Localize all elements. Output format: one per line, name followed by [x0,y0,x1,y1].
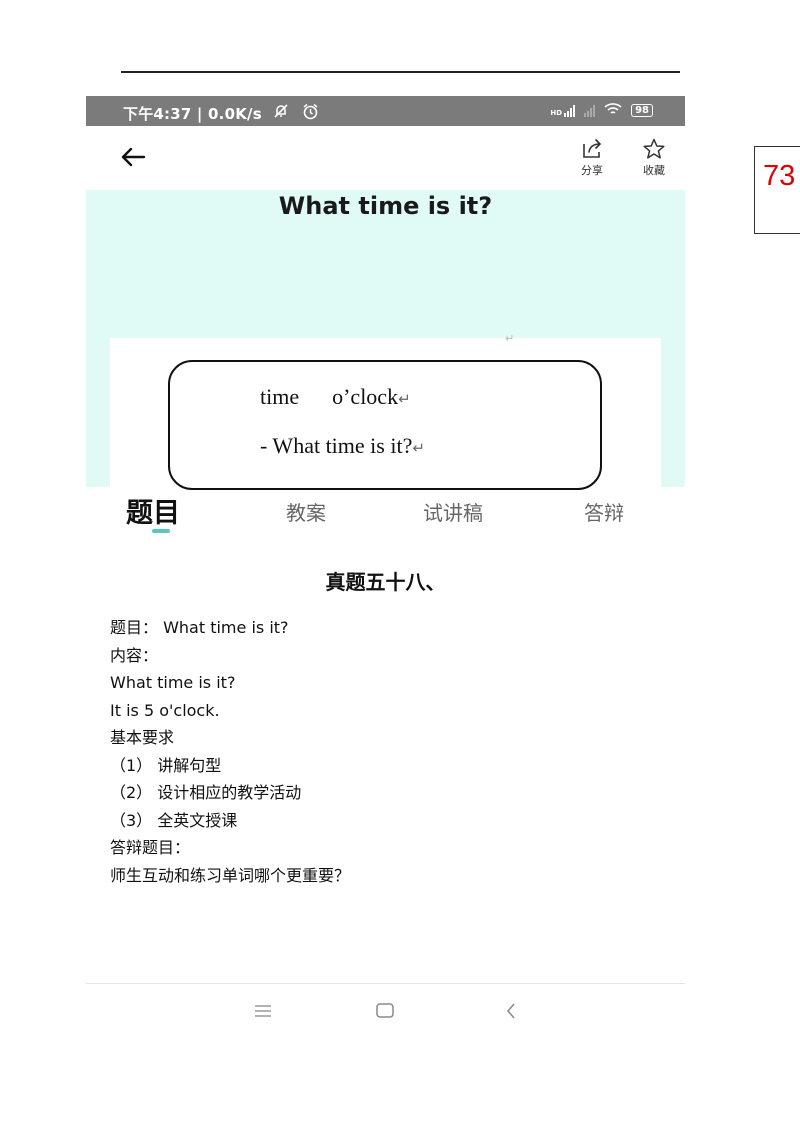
box-line-2: - What time is it?↵ [260,433,425,458]
tab-indicator [152,529,170,533]
share-button[interactable]: 分享 [572,138,612,178]
content-line: 基本要求 [110,728,175,747]
share-label: 分享 [581,164,603,177]
share-icon [583,139,602,158]
hero-banner: ↵ time o’clock↵ - What time is it?↵ [86,190,685,542]
tab-lesson-plan[interactable]: 教案 [286,497,326,526]
tab-bar: 题目 教案 试讲稿 答辩 [86,491,685,537]
page-number: 73 [754,146,800,234]
top-rule [121,71,680,73]
section-title: 真题五十八、 [325,570,446,594]
content-line: What time is it? [110,673,236,692]
content-line: （2） 设计相应的教学活动 [110,783,302,802]
hero-title: What time is it? [278,192,493,220]
back-nav-icon[interactable] [500,1000,524,1022]
app-bar: 分享 收藏 [86,126,685,190]
signal-icon: HD [550,104,576,117]
alarm-icon [302,103,319,124]
return-mark: ↵ [505,332,515,345]
sentence-box: time o’clock↵ - What time is it?↵ [168,360,602,490]
tab-question[interactable]: 题目 [126,491,180,530]
tab-defense[interactable]: 答辩 [584,497,624,526]
status-bar: 下午4:37 | 0.0K/s HD 98 [86,96,685,126]
home-icon[interactable] [373,1000,397,1022]
content-line: （1） 讲解句型 [110,755,222,775]
content-line: 师生互动和练习单词哪个更重要？ [110,865,351,885]
question-content: 题目： What time is it? 内容： What time is it… [110,614,670,889]
status-time: 下午4:37 | 0.0K/s [123,105,262,123]
signal-2-icon [584,104,596,117]
box-line-1: time o’clock↵ [260,384,411,409]
favorite-button[interactable]: 收藏 [634,138,674,178]
battery-icon: 98 [631,104,653,117]
content-line: 内容： [110,645,159,665]
menu-icon[interactable] [251,1000,275,1022]
tab-trial-script[interactable]: 试讲稿 [423,497,483,526]
content-line: 题目： What time is it? [110,618,289,637]
content-line: 答辩题目： [110,838,191,857]
content-line: It is 5 o'clock. [110,700,220,720]
wifi-icon [604,102,622,119]
back-arrow-icon[interactable] [116,140,150,174]
content-line: （3） 全英文授课 [110,810,238,830]
star-icon [643,138,665,159]
nav-divider [86,983,685,984]
favorite-label: 收藏 [643,164,665,177]
phone-screen: 下午4:37 | 0.0K/s HD 98 分享 收藏 ↵ time o’clo… [86,96,685,1036]
mute-bell-icon [273,103,289,123]
